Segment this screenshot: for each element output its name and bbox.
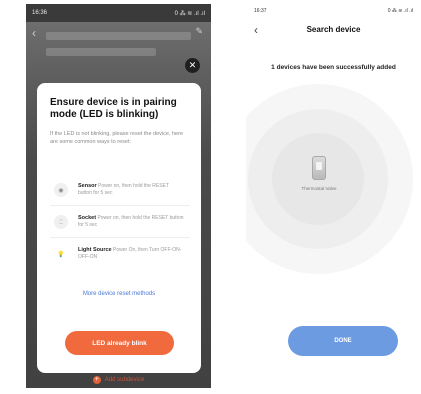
- led-already-blink-button[interactable]: LED already blink: [65, 331, 174, 355]
- reset-method-name: Light Source: [78, 247, 112, 253]
- status-time: 16:37: [254, 8, 267, 14]
- more-reset-methods-link[interactable]: More device reset methods: [37, 291, 201, 297]
- close-button[interactable]: ✕: [185, 58, 200, 73]
- done-button[interactable]: DONE: [288, 326, 398, 356]
- add-subdevice-button[interactable]: + Add subdevice: [26, 376, 211, 384]
- socket-icon: ⁚⁚: [54, 215, 68, 229]
- reset-method-text: Light Source Power On, then Turn OFF-ON-…: [78, 247, 184, 261]
- nav-bar: ‹ Search device: [246, 20, 421, 40]
- reset-method-text: Sensor Power on, then hold the RESET but…: [78, 183, 184, 197]
- reset-method-item: 💡 Light Source Power On, then Turn OFF-O…: [50, 241, 190, 267]
- reset-method-name: Sensor: [78, 183, 97, 189]
- reset-method-item: ◉ Sensor Power on, then hold the RESET b…: [50, 177, 190, 203]
- dialog-description: If the LED is not blinking, please reset…: [50, 131, 183, 145]
- success-message: 1 devices have been successfully added: [271, 64, 396, 71]
- divider: [50, 205, 190, 206]
- background-element: [46, 32, 191, 40]
- reset-method-item: ⁚⁚ Socket Power on, then hold the RESET …: [50, 209, 190, 235]
- sensor-icon: ◉: [54, 183, 68, 197]
- status-bar: 16:36 0 ⁂ ≋ .ıl .ıl: [26, 4, 211, 22]
- status-bar: 16:37 0 ⁂ ≋ .ıl .ıl: [246, 4, 421, 18]
- close-icon: ✕: [188, 60, 197, 70]
- plus-icon: +: [92, 376, 101, 384]
- device-name: Thermostat Valve: [301, 186, 337, 191]
- add-subdevice-label: Add subdevice: [104, 377, 145, 383]
- status-time: 16:36: [32, 10, 48, 16]
- thermostat-valve-icon[interactable]: [312, 156, 326, 180]
- page-title: Search device: [306, 25, 361, 34]
- status-icons: 0 ⁂ ≋ .ıl .ıl: [387, 8, 413, 14]
- dialog-title: Ensure device is in pairing mode (LED is…: [50, 97, 177, 120]
- bulb-icon: 💡: [54, 247, 68, 261]
- reset-method-text: Socket Power on, then hold the RESET but…: [78, 215, 184, 229]
- status-icons: 0 ⁂ ≋ .ıl .ıl: [174, 10, 205, 17]
- right-phone-screen: 16:37 0 ⁂ ≋ .ıl .ıl ‹ Search device 1 de…: [246, 4, 421, 388]
- left-phone-screen: 16:36 0 ⁂ ≋ .ıl .ıl ‹ ✎ ✕ Ensure device …: [26, 4, 211, 388]
- edit-icon: ✎: [195, 26, 203, 36]
- background-element: [46, 48, 156, 56]
- pairing-mode-dialog: Ensure device is in pairing mode (LED is…: [37, 83, 201, 373]
- back-arrow-icon: ‹: [32, 26, 36, 40]
- divider: [50, 237, 190, 238]
- reset-method-name: Socket: [78, 215, 97, 221]
